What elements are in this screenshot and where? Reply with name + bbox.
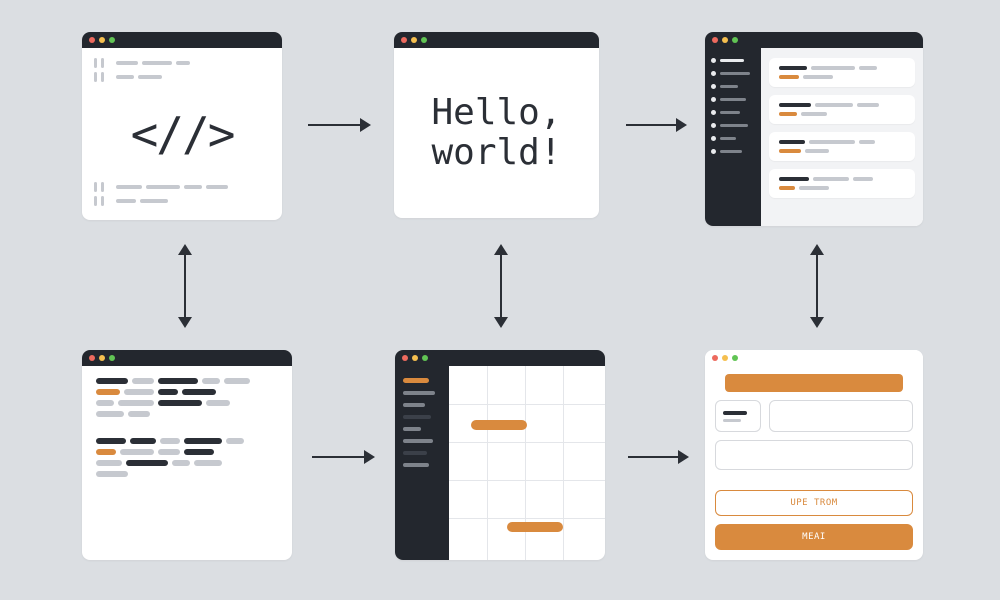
arrow-updown-icon xyxy=(810,244,824,328)
traffic-light-close-icon xyxy=(402,355,408,361)
arrow-right-icon xyxy=(308,118,371,132)
list-item xyxy=(769,95,915,124)
arrow-right-icon xyxy=(626,118,687,132)
grid-bar xyxy=(471,420,527,430)
arrow-right-icon xyxy=(628,450,689,464)
window-code-tag: <//> xyxy=(82,32,282,220)
outline-button[interactable]: UPE TROM xyxy=(715,490,913,516)
code-lines-top xyxy=(94,58,270,86)
traffic-light-close-icon xyxy=(89,355,95,361)
window-form: UPE TROM MEAI xyxy=(705,350,923,560)
list-item xyxy=(769,132,915,161)
titlebar xyxy=(395,350,605,366)
hello-world-text: Hello, world! xyxy=(394,48,599,218)
window-sidebar-grid xyxy=(395,350,605,560)
grid-canvas xyxy=(449,366,605,560)
arrow-updown-icon xyxy=(494,244,508,328)
traffic-light-close-icon xyxy=(401,37,407,43)
traffic-light-close-icon xyxy=(89,37,95,43)
traffic-light-minimize-icon xyxy=(722,37,728,43)
traffic-light-zoom-icon xyxy=(732,355,738,361)
traffic-light-close-icon xyxy=(712,37,718,43)
titlebar xyxy=(705,32,923,48)
traffic-light-zoom-icon xyxy=(109,355,115,361)
window-editor-list xyxy=(705,32,923,226)
card-list xyxy=(761,48,923,226)
list-item xyxy=(769,169,915,198)
titlebar xyxy=(82,32,282,48)
form-chip[interactable] xyxy=(715,400,761,432)
traffic-light-zoom-icon xyxy=(732,37,738,43)
traffic-light-minimize-icon xyxy=(99,355,105,361)
traffic-light-zoom-icon xyxy=(109,37,115,43)
traffic-light-minimize-icon xyxy=(412,355,418,361)
code-block xyxy=(96,438,278,482)
list-item xyxy=(769,58,915,87)
code-block xyxy=(96,378,278,422)
sidebar xyxy=(395,366,449,560)
grid-bar xyxy=(507,522,563,532)
form-header-bar xyxy=(725,374,903,392)
arrow-updown-icon xyxy=(178,244,192,328)
titlebar xyxy=(82,350,292,366)
window-code-editor xyxy=(82,350,292,560)
titlebar xyxy=(394,32,599,48)
traffic-light-minimize-icon xyxy=(411,37,417,43)
traffic-light-minimize-icon xyxy=(722,355,728,361)
traffic-light-zoom-icon xyxy=(422,355,428,361)
code-tag-icon: <//> xyxy=(94,86,270,182)
titlebar xyxy=(705,350,923,366)
sidebar xyxy=(705,48,761,226)
traffic-light-close-icon xyxy=(712,355,718,361)
traffic-light-minimize-icon xyxy=(99,37,105,43)
code-lines-bottom xyxy=(94,182,270,210)
window-hello-world: Hello, world! xyxy=(394,32,599,218)
form-input[interactable] xyxy=(715,440,913,470)
traffic-light-zoom-icon xyxy=(421,37,427,43)
form-input[interactable] xyxy=(769,400,913,432)
primary-button[interactable]: MEAI xyxy=(715,524,913,550)
arrow-right-icon xyxy=(312,450,375,464)
